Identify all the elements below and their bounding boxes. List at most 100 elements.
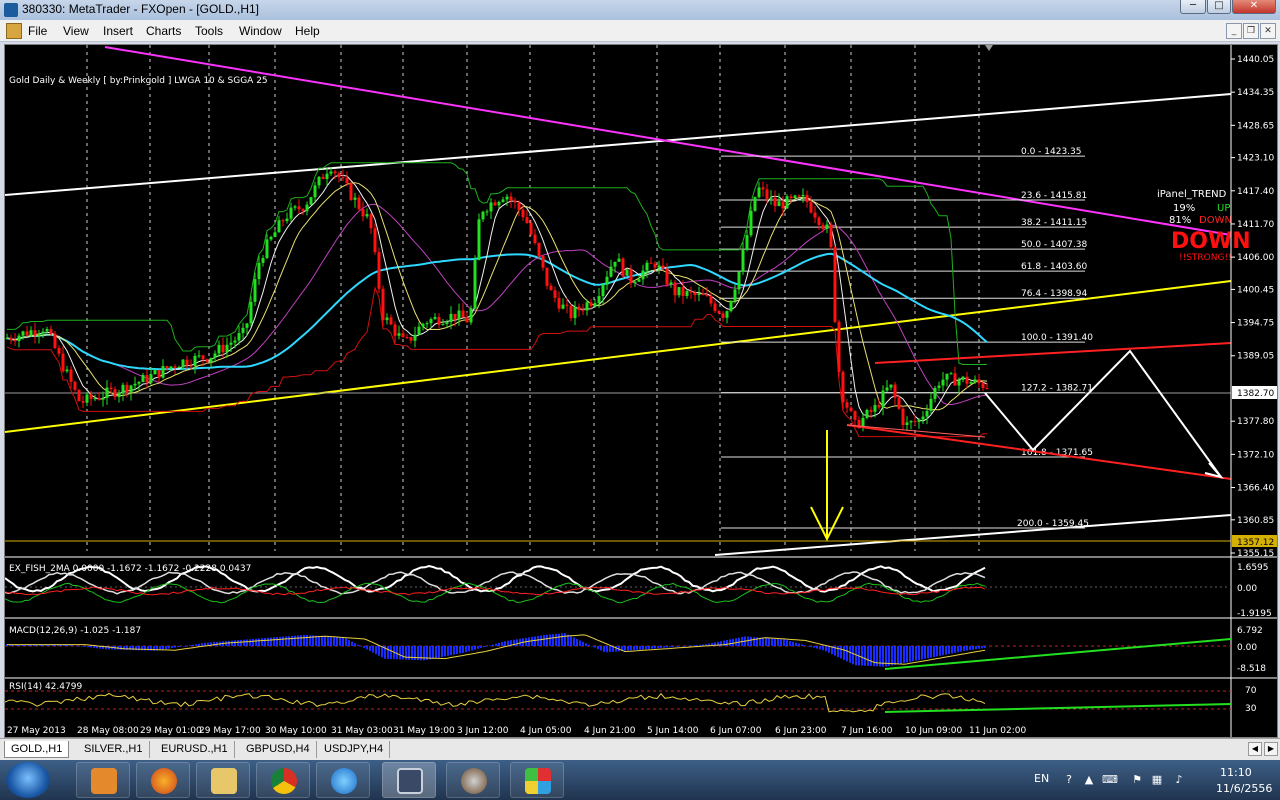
macd-histogram-bar — [936, 646, 938, 657]
candle-body — [657, 265, 661, 268]
clock-date[interactable]: 11/6/2556 — [1216, 782, 1272, 795]
chart-shift-marker[interactable] — [985, 45, 993, 51]
candle-body — [353, 197, 357, 200]
menu-charts[interactable]: Charts — [146, 24, 181, 38]
macd-histogram-bar — [963, 646, 965, 651]
network-icon[interactable]: ▦ — [1150, 773, 1164, 787]
candle-body — [281, 220, 285, 222]
taskbar-trading-app[interactable] — [446, 762, 500, 798]
macd-histogram-bar — [447, 646, 449, 656]
tab-silver-h1[interactable]: SILVER.,H1 — [78, 741, 150, 758]
moving-average-slow — [6, 203, 988, 405]
macd-histogram-bar — [813, 646, 815, 648]
macd-histogram-bar — [90, 646, 92, 648]
title-bar[interactable]: 380330: MetaTrader - FXOpen - [GOLD.,H1]… — [0, 0, 1280, 20]
keyboard-icon[interactable]: ⌨ — [1102, 773, 1118, 787]
tab-gold-h1[interactable]: GOLD.,H1 — [4, 741, 70, 758]
tab-usdjpy-h4[interactable]: USDJPY,H4 — [318, 741, 391, 758]
flag-icon[interactable]: ⚑ — [1130, 773, 1144, 787]
macd-histogram-bar — [750, 636, 752, 646]
tab-gbpusd-h4[interactable]: GBPUSD,H4 — [240, 741, 317, 758]
candle-body — [121, 384, 125, 394]
macd-histogram-bar — [537, 635, 539, 646]
candle-body — [89, 394, 93, 399]
macd-histogram-bar — [87, 646, 89, 648]
ipanel-big-label: DOWN — [1171, 229, 1251, 254]
taskbar-chrome[interactable] — [256, 762, 310, 798]
macd-histogram-bar — [282, 636, 284, 646]
macd-histogram-bar — [201, 643, 203, 646]
macd-histogram-bar — [600, 646, 602, 651]
candle-body — [177, 367, 181, 369]
candle-body — [221, 344, 225, 353]
mdi-close-button[interactable]: ✕ — [1260, 23, 1276, 39]
mdi-restore-button[interactable]: ❐ — [1243, 23, 1259, 39]
system-tray: EN ? ▲ ⌨ ⚑ ▦ ♪ 11:10 11/6/2556 — [1030, 760, 1280, 800]
candle-body — [265, 239, 269, 258]
macd-tick-bottom: -8.518 — [1237, 664, 1266, 674]
macd-histogram-bar — [828, 646, 830, 653]
candle-body — [557, 297, 561, 309]
taskbar-explorer[interactable] — [196, 762, 250, 798]
taskbar-media-player[interactable] — [76, 762, 130, 798]
menu-tools[interactable]: Tools — [195, 24, 223, 38]
candle-body — [465, 317, 469, 323]
macd-histogram-bar — [900, 646, 902, 664]
taskbar-firefox[interactable] — [136, 762, 190, 798]
candle-body — [381, 288, 385, 321]
macd-histogram-bar — [981, 646, 983, 649]
candle-body — [949, 373, 953, 375]
minimize-button[interactable]: ─ — [1180, 0, 1206, 14]
help-icon[interactable]: ? — [1062, 773, 1076, 787]
macd-histogram-bar — [330, 636, 332, 646]
macd-histogram-bar — [501, 642, 503, 646]
candle-body — [893, 384, 897, 398]
candle-body — [9, 338, 13, 341]
candle-body — [745, 235, 749, 251]
taskbar-paint[interactable] — [510, 762, 564, 798]
candle-body — [481, 211, 485, 220]
macd-histogram-bar — [669, 646, 671, 648]
candle-body — [421, 323, 425, 327]
candle-body — [505, 196, 509, 200]
candle-body — [577, 306, 581, 311]
candle-body — [73, 381, 77, 390]
candle-body — [413, 334, 417, 341]
chart-document-icon[interactable] — [6, 23, 22, 39]
menu-window[interactable]: Window — [239, 24, 282, 38]
volume-icon[interactable]: ♪ — [1172, 773, 1186, 787]
macd-histogram-bar — [651, 646, 653, 649]
clock-time[interactable]: 11:10 — [1220, 766, 1252, 779]
menu-view[interactable]: View — [63, 24, 89, 38]
close-button[interactable]: ✕ — [1232, 0, 1276, 14]
menu-file[interactable]: File — [28, 24, 47, 38]
macd-histogram-bar — [438, 646, 440, 658]
candle-body — [325, 173, 329, 179]
tab-scroll-left-icon[interactable]: ◀ — [1248, 742, 1262, 756]
menu-help[interactable]: Help — [295, 24, 320, 38]
candle-body — [489, 202, 493, 212]
time-tick-label: 29 May 17:00 — [199, 726, 261, 736]
maximize-button[interactable]: □ — [1207, 0, 1231, 14]
menu-insert[interactable]: Insert — [103, 24, 133, 38]
arrow-up-icon[interactable]: ▲ — [1082, 773, 1096, 787]
macd-histogram-bar — [798, 643, 800, 646]
candle-body — [909, 421, 913, 423]
candle-body — [357, 197, 361, 210]
chart-window[interactable]: 0.0 - 1423.35 23.6 - 1415.81 38.2 - 1411.1… — [4, 44, 1278, 738]
start-button[interactable] — [6, 762, 50, 798]
mdi-minimize-button[interactable]: _ — [1226, 23, 1242, 39]
candle-body — [641, 270, 645, 280]
time-tick-label: 6 Jun 23:00 — [775, 726, 827, 736]
language-indicator[interactable]: EN — [1034, 772, 1049, 785]
macd-histogram-bar — [690, 645, 692, 647]
candle-body — [53, 333, 57, 348]
macd-histogram-bar — [906, 646, 908, 663]
taskbar-internet-explorer[interactable] — [316, 762, 370, 798]
chart-canvas[interactable]: 0.0 - 1423.35 23.6 - 1415.81 38.2 - 1411.1… — [4, 45, 1277, 737]
taskbar-metatrader[interactable] — [382, 762, 436, 798]
candle-body — [437, 317, 441, 325]
tab-scroll-right-icon[interactable]: ▶ — [1264, 742, 1278, 756]
macd-histogram-bar — [846, 646, 848, 662]
tab-eurusd-h1[interactable]: EURUSD.,H1 — [155, 741, 235, 758]
